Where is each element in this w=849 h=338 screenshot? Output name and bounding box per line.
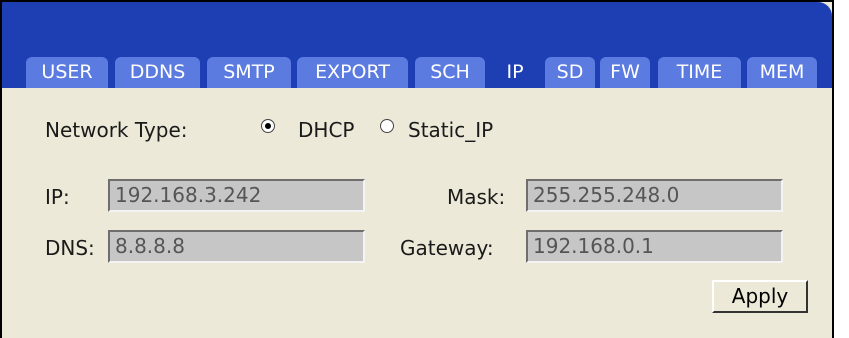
tab-mem[interactable]: MEM [747,57,817,88]
mask-field[interactable]: 255.255.248.0 [526,179,783,212]
mask-label: Mask: [447,185,506,209]
tab-sch[interactable]: SCH [415,57,485,88]
dhcp-radio[interactable] [261,119,275,133]
apply-button[interactable]: Apply [712,280,808,313]
network-type-label: Network Type: [45,118,188,142]
tab-export[interactable]: EXPORT [297,57,408,88]
dns-label: DNS: [45,236,95,260]
dns-field[interactable]: 8.8.8.8 [108,230,365,263]
ip-settings-panel: USER DDNS SMTP EXPORT SCH IP SD FW TIME … [0,0,834,338]
tab-ddns[interactable]: DDNS [115,57,200,88]
static-ip-label[interactable]: Static_IP [408,118,493,142]
ip-label: IP: [45,185,70,209]
gateway-field[interactable]: 192.168.0.1 [526,230,783,263]
tab-sd[interactable]: SD [545,57,595,88]
tab-ip[interactable]: IP [490,57,540,88]
radio-selected-dot [265,123,271,129]
ip-field[interactable]: 192.168.3.242 [108,179,365,212]
tab-user[interactable]: USER [26,57,108,88]
tab-fw[interactable]: FW [600,57,650,88]
tab-smtp[interactable]: SMTP [207,57,291,88]
dhcp-label[interactable]: DHCP [298,118,354,142]
static-ip-radio[interactable] [380,119,394,133]
tab-bar: USER DDNS SMTP EXPORT SCH IP SD FW TIME … [2,2,832,88]
tab-time[interactable]: TIME [658,57,741,88]
gateway-label: Gateway: [400,236,494,260]
